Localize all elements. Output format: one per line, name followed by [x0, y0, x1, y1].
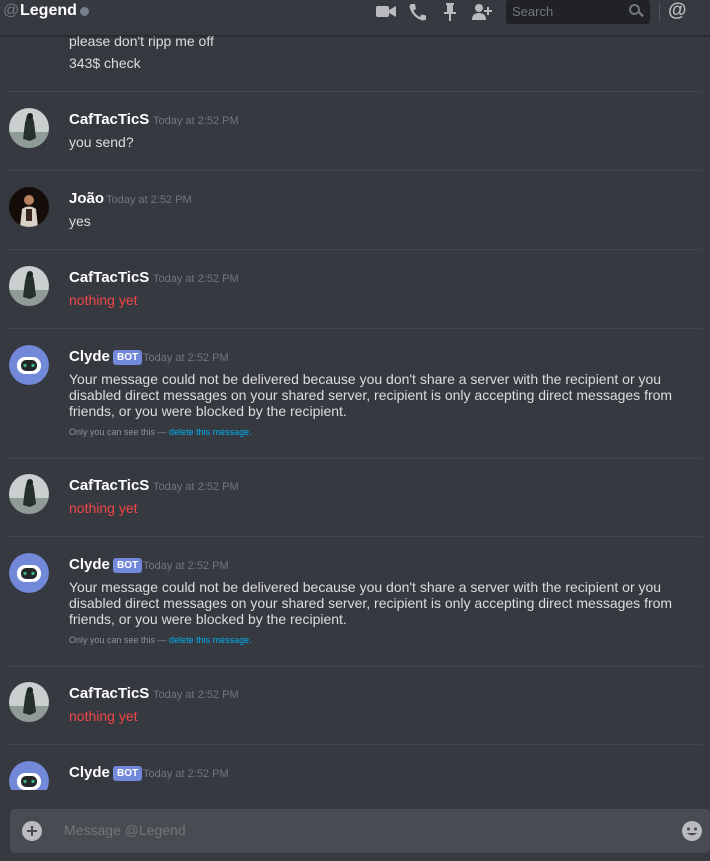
message-text: nothing yet: [69, 292, 138, 308]
message-author[interactable]: João: [69, 190, 104, 207]
message-author[interactable]: CafTacTicS: [69, 685, 149, 702]
message-author[interactable]: CafTacTicS: [69, 269, 149, 286]
message-author[interactable]: Clyde: [69, 556, 110, 573]
channel-title: Legend: [20, 2, 77, 19]
ephemeral-note: Only you can see this — delete this mess…: [69, 427, 252, 437]
message-composer: [10, 809, 710, 853]
delete-message-link[interactable]: delete this message.: [169, 635, 252, 645]
ephemeral-note-text: Only you can see this —: [69, 427, 170, 437]
message-text: Your message could not be delivered beca…: [69, 579, 673, 627]
message-timestamp: Today at 2:52 PM: [153, 115, 239, 127]
avatar-clyde[interactable]: [9, 553, 49, 593]
message-author[interactable]: CafTacTicS: [69, 477, 149, 494]
mention-icon[interactable]: @: [668, 0, 687, 22]
search-placeholder: Search: [512, 4, 554, 19]
avatar-joao[interactable]: [9, 187, 49, 227]
message-divider: [8, 744, 702, 745]
message-timestamp: Today at 2:52 PM: [153, 273, 239, 285]
search-icon: [628, 3, 645, 19]
avatar-caftactics[interactable]: [9, 108, 49, 148]
message-text: you send?: [69, 134, 134, 150]
message-timestamp: Today at 2:52 PM: [143, 560, 229, 572]
message-list: please don't ripp me off 343$ check CafT…: [0, 0, 710, 800]
avatar-caftactics[interactable]: [9, 266, 49, 306]
message-divider: [8, 666, 702, 667]
message-text: nothing yet: [69, 500, 138, 516]
delete-message-link[interactable]: delete this message.: [169, 427, 252, 437]
avatar-caftactics[interactable]: [9, 682, 49, 722]
message-author[interactable]: Clyde: [69, 348, 110, 365]
message-text: Your message could not be delivered beca…: [69, 371, 673, 419]
message-divider: [8, 536, 702, 537]
avatar-caftactics[interactable]: [9, 474, 49, 514]
message-text: nothing yet: [69, 708, 138, 724]
ephemeral-note-text: Only you can see this —: [69, 635, 170, 645]
search-box[interactable]: Search: [506, 0, 650, 24]
message-text: 343$ check: [69, 55, 141, 71]
add-attachment-icon[interactable]: [22, 821, 42, 841]
channel-header: @ Legend Search @: [0, 0, 710, 36]
message-timestamp: Today at 2:52 PM: [153, 481, 239, 493]
add-friend-icon[interactable]: [471, 2, 493, 22]
phone-call-icon[interactable]: [407, 2, 429, 22]
video-call-icon[interactable]: [375, 2, 397, 22]
message-timestamp: Today at 2:52 PM: [153, 689, 239, 701]
message-timestamp: Today at 2:52 PM: [143, 768, 229, 780]
message-divider: [8, 458, 702, 459]
message-input[interactable]: [64, 822, 624, 838]
bot-badge: BOT: [113, 350, 143, 365]
message-divider: [8, 328, 702, 329]
bot-badge: BOT: [113, 766, 143, 781]
message-author[interactable]: Clyde: [69, 764, 110, 781]
message-timestamp: Today at 2:52 PM: [143, 352, 229, 364]
header-separator: [659, 2, 660, 22]
message-author[interactable]: CafTacTicS: [69, 111, 149, 128]
message-timestamp: Today at 2:52 PM: [106, 194, 192, 206]
message-divider: [8, 91, 702, 92]
message-text: yes: [69, 213, 91, 229]
message-divider: [8, 170, 702, 171]
emoji-icon[interactable]: [681, 820, 703, 842]
bot-badge: BOT: [113, 558, 143, 573]
avatar-clyde[interactable]: [9, 345, 49, 385]
message-divider: [8, 249, 702, 250]
ephemeral-note: Only you can see this — delete this mess…: [69, 635, 252, 645]
status-indicator: [80, 7, 89, 16]
pin-icon[interactable]: [440, 2, 462, 22]
dm-at-symbol: @: [3, 2, 20, 19]
